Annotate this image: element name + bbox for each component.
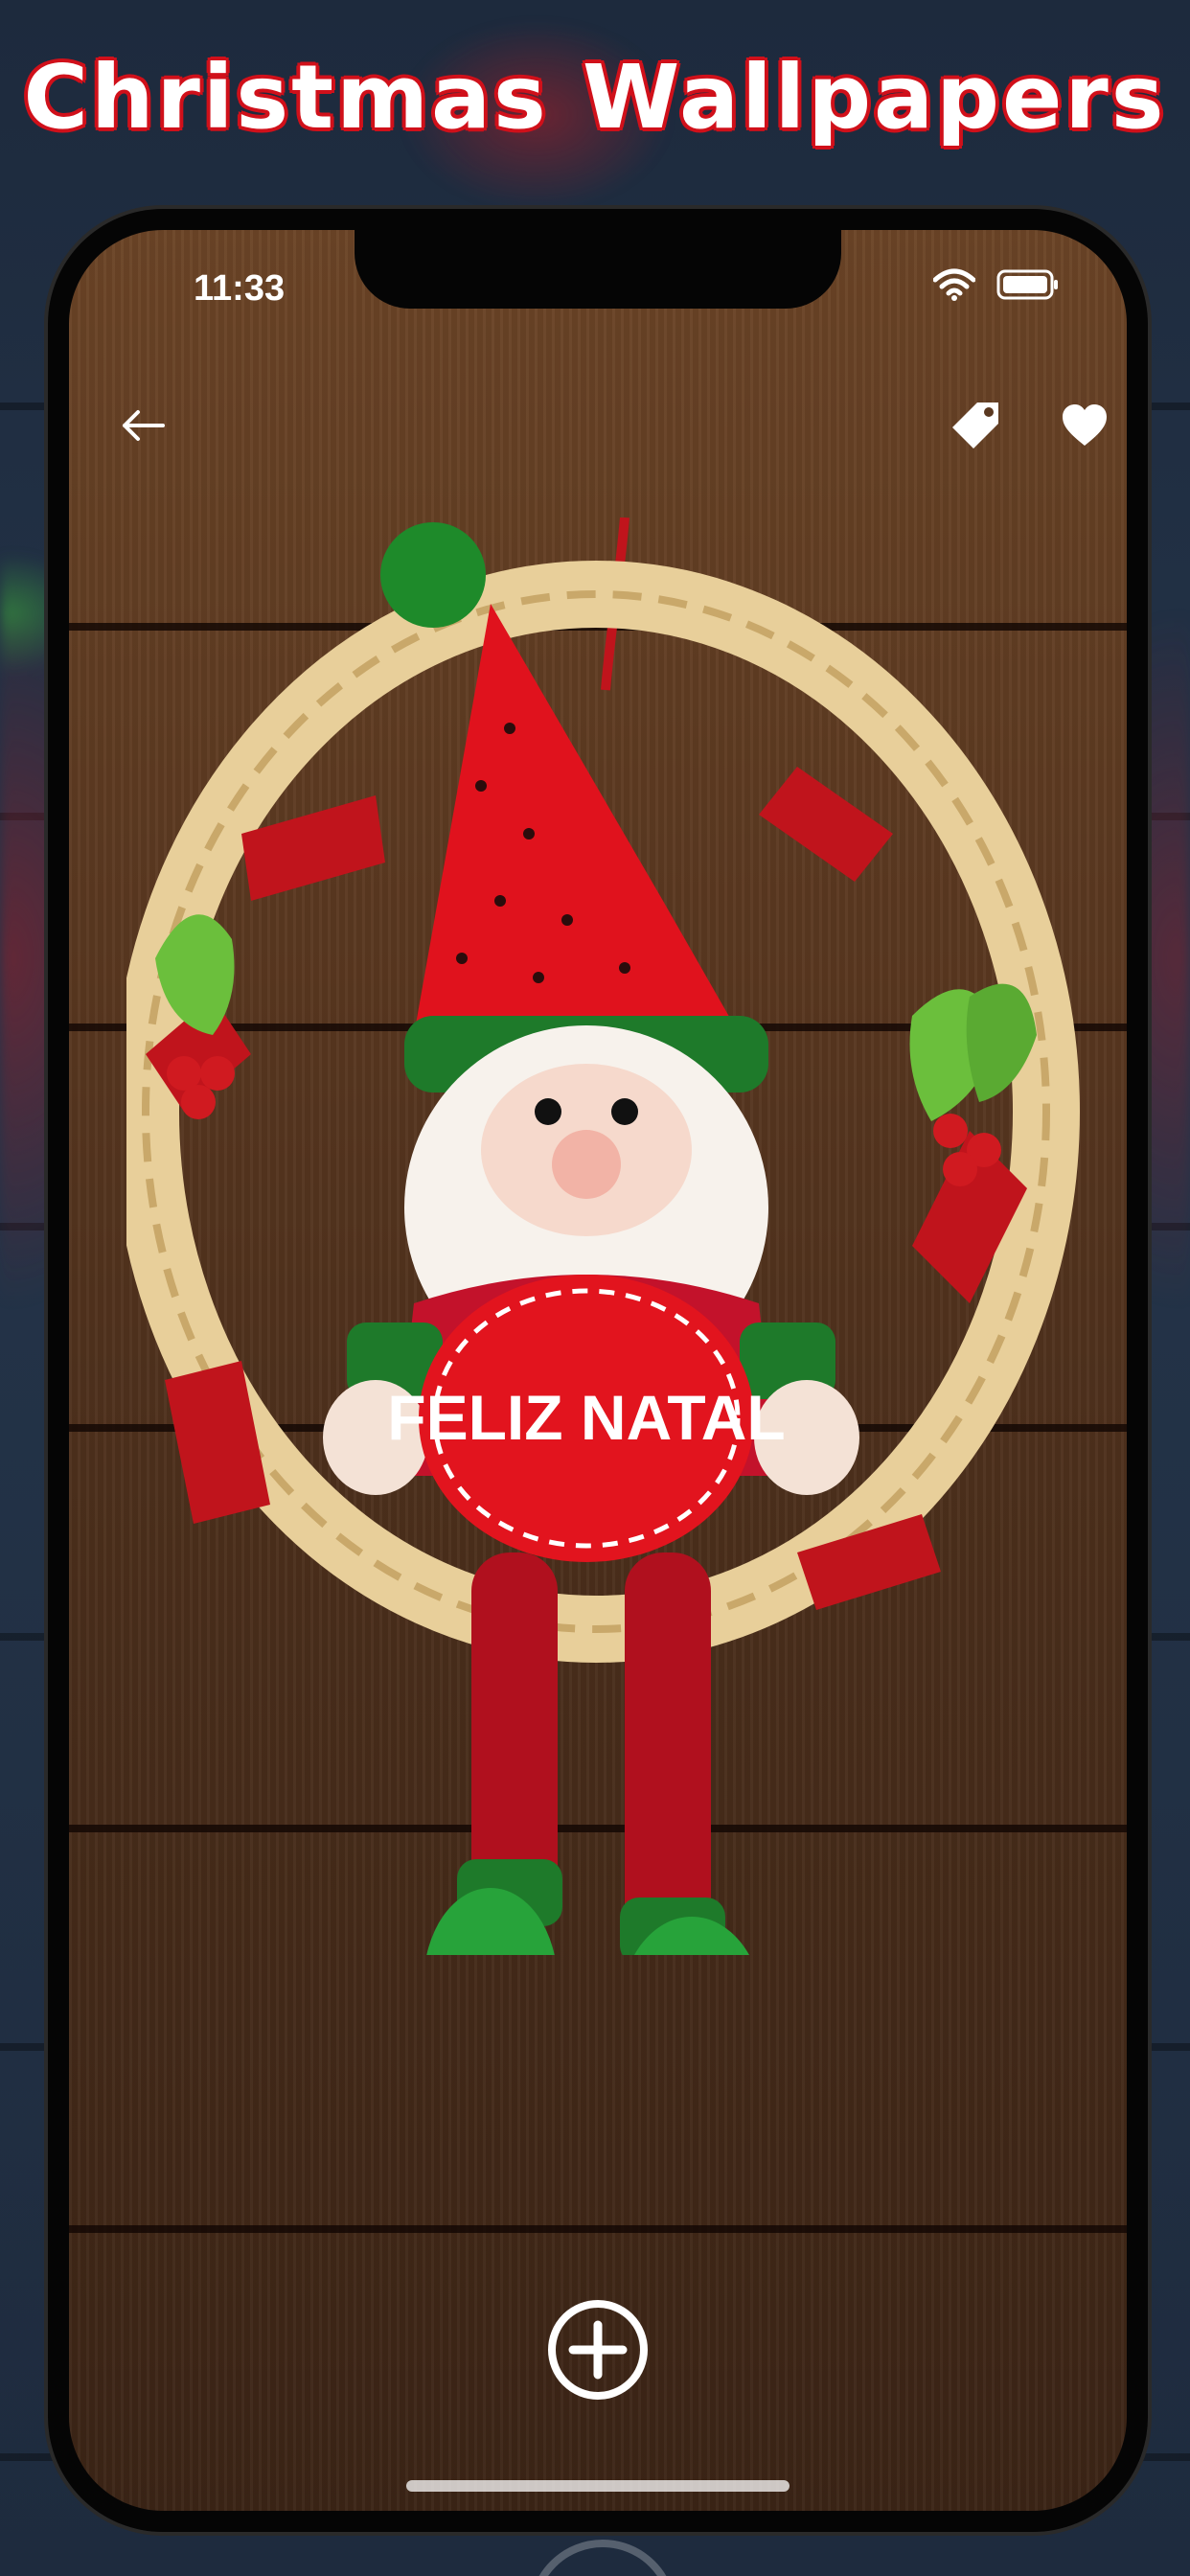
heart-icon (1061, 403, 1109, 451)
device-notch (355, 230, 841, 309)
promo-headline: Christmas Wallpapers (23, 46, 1167, 149)
favorite-button[interactable] (1050, 393, 1119, 462)
santa-wreath-illustration: FELIZ NATAL (126, 518, 1080, 1955)
tag-button[interactable] (941, 393, 1010, 462)
status-bar-time: 11:33 (194, 268, 286, 309)
arrow-left-icon (119, 408, 165, 447)
home-indicator[interactable] (406, 2480, 790, 2492)
tag-icon (949, 399, 1002, 456)
wifi-icon (932, 268, 976, 305)
plus-circle-icon (546, 2298, 650, 2405)
phone-frame: FELIZ NATAL 11:33 (48, 209, 1148, 2532)
app-store-screenshot: Christmas Wallpapers FELIZ NATAL 11:33 (0, 0, 1190, 2576)
back-button[interactable] (107, 393, 176, 462)
status-bar-icons (932, 268, 1060, 305)
wallpaper-preview-screen: FELIZ NATAL 11:33 (69, 230, 1127, 2511)
add-wallpaper-button[interactable] (546, 2300, 650, 2404)
sign-text: FELIZ NATAL (387, 1382, 785, 1453)
battery-icon (996, 269, 1060, 304)
